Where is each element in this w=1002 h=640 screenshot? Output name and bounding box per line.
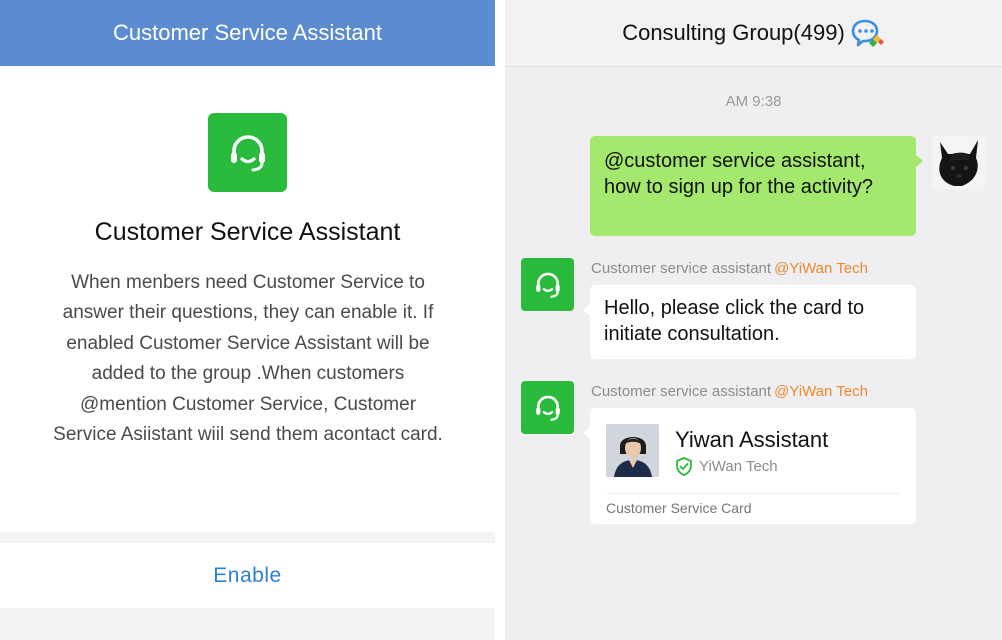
user-avatar[interactable] — [932, 136, 985, 189]
sender-name: Customer service assistant — [591, 260, 772, 277]
contact-company-name: YiWan Tech — [699, 458, 778, 475]
incoming-message-bubble[interactable]: Hello, please click the card to initiate… — [583, 285, 916, 359]
headset-icon — [535, 395, 560, 421]
outgoing-message-bubble[interactable]: @customer service assistant, how to sign… — [590, 136, 923, 236]
card-footer-label: Customer Service Card — [606, 500, 752, 516]
section-divider — [0, 532, 495, 543]
message-sender: Customer service assistant @YiWan Tech — [591, 260, 868, 277]
sender-name: Customer service assistant — [591, 383, 772, 400]
shield-check-icon — [676, 457, 692, 476]
contact-photo — [606, 424, 659, 477]
sender-org: @YiWan Tech — [774, 260, 868, 277]
sender-org: @YiWan Tech — [774, 383, 868, 400]
contact-company: YiWan Tech — [675, 457, 778, 476]
chat-header: Consulting Group(499) — [505, 0, 1002, 67]
cat-avatar-icon — [932, 136, 985, 189]
card-divider — [606, 493, 900, 494]
feature-title: Customer Service Assistant — [94, 218, 401, 246]
message-timestamp: AM 9:38 — [725, 93, 782, 110]
bottom-spacer — [0, 608, 495, 640]
contact-card[interactable]: Yiwan Assistant YiWan Tech Customer Serv… — [583, 408, 916, 524]
panel-header-title: Customer Service Assistant — [0, 0, 495, 66]
panel-divider — [495, 0, 505, 640]
person-photo-icon — [606, 424, 659, 477]
group-chat-panel: Consulting Group(499) AM 9:38 @customer … — [505, 0, 1002, 640]
assistant-avatar[interactable] — [521, 381, 574, 434]
enable-button[interactable]: Enable — [0, 543, 495, 608]
assistant-avatar[interactable] — [521, 258, 574, 311]
headset-icon — [535, 272, 560, 298]
contact-name: Yiwan Assistant — [675, 427, 829, 452]
chat-title: Consulting Group(499) — [622, 20, 845, 45]
feature-description: When menbers need Customer Service to an… — [53, 272, 443, 446]
group-chat-icon — [851, 19, 884, 47]
headset-icon — [208, 113, 287, 192]
message-sender: Customer service assistant @YiWan Tech — [591, 383, 868, 400]
customer-service-settings-panel: Customer Service Assistant Customer Serv… — [0, 0, 495, 640]
